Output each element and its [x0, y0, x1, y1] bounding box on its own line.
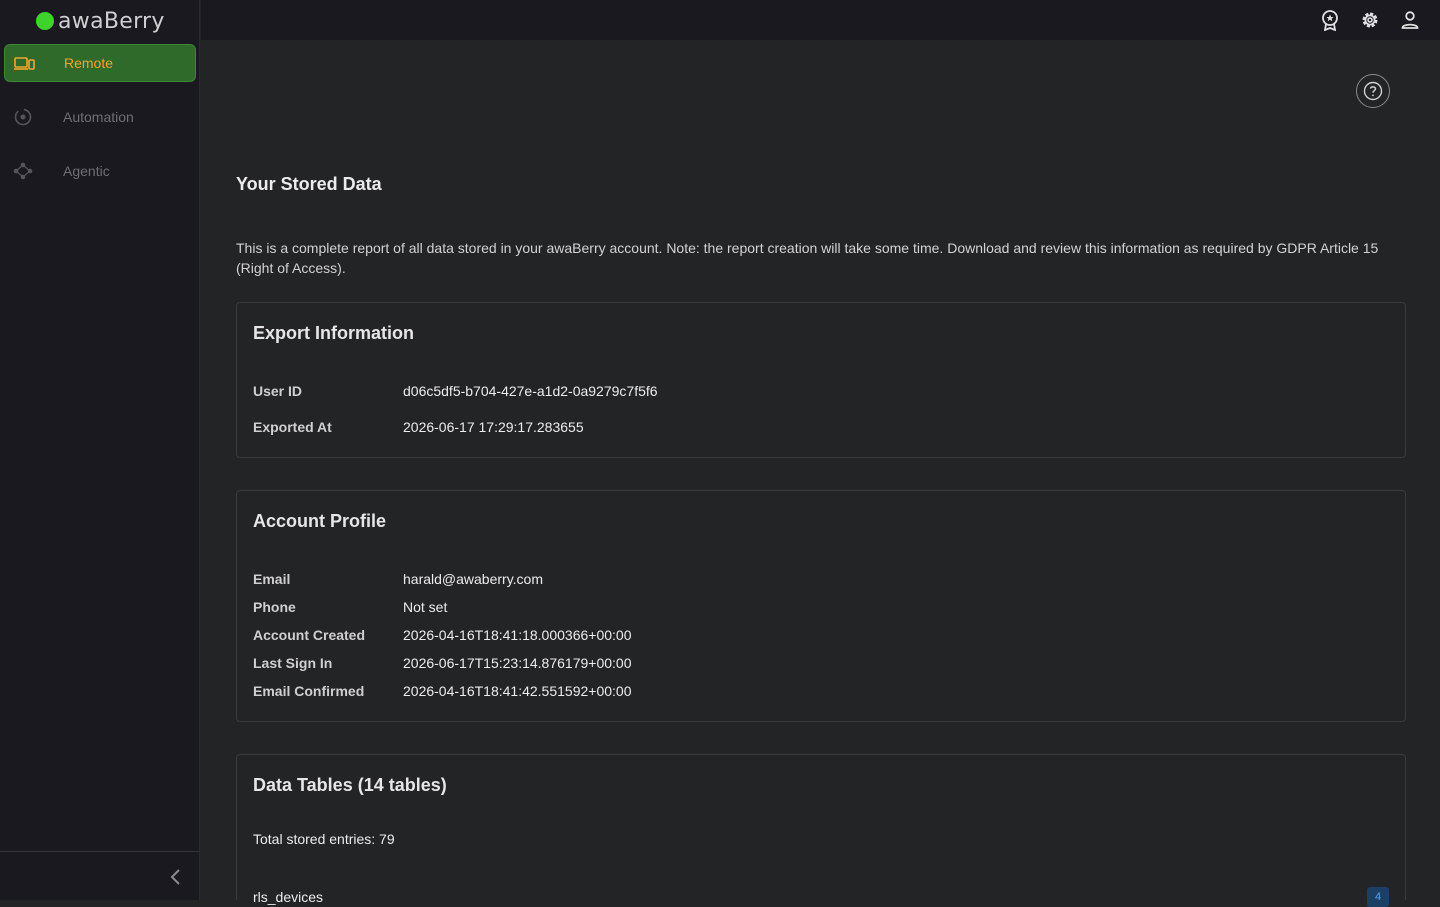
field-label: Last Sign In [253, 655, 333, 671]
automation-icon [14, 108, 32, 126]
count-badge: 4 [1367, 887, 1389, 907]
account-profile-card: Account Profile Email harald@awaberry.co… [236, 490, 1406, 722]
card-title: Account Profile [253, 511, 387, 531]
field-label: Account Created [253, 627, 366, 643]
logo-dot-icon [36, 12, 54, 30]
field-label: Email [253, 571, 291, 587]
data-tables-card: Data Tables (14 tables) Total stored ent… [236, 754, 1406, 907]
sidebar-item-label: Agentic [63, 163, 110, 179]
sidebar-item-label: Automation [63, 109, 134, 125]
field-label: Email Confirmed [253, 683, 365, 699]
sidebar-item-agentic[interactable]: Agentic [4, 152, 196, 190]
top-bar [201, 0, 1440, 40]
account-created-value: 2026-04-16T18:41:18.000366+00:00 [403, 627, 632, 643]
phone-value: Not set [403, 599, 448, 615]
devices-icon [14, 57, 35, 70]
table-row-name[interactable]: rls_devices [253, 889, 323, 905]
field-label: Exported At [253, 419, 332, 435]
user-icon[interactable] [1399, 9, 1421, 31]
total-entries: Total stored entries: 79 [253, 831, 395, 847]
chevron-left-icon[interactable] [166, 866, 186, 888]
help-button[interactable] [1356, 74, 1390, 108]
user-id-value: d06c5df5-b704-427e-a1d2-0a9279c7f5f6 [403, 383, 658, 399]
card-title: Export Information [253, 323, 414, 343]
last-sign-in-value: 2026-06-17T15:23:14.876179+00:00 [403, 655, 632, 671]
exported-at-value: 2026-06-17 17:29:17.283655 [403, 419, 584, 435]
export-information-card: Export Information User ID d06c5df5-b704… [236, 302, 1406, 458]
card-title: Data Tables (14 tables) [253, 775, 447, 795]
field-label: Phone [253, 599, 296, 615]
sidebar: awaBerry Remote Automation Agentic [0, 0, 200, 900]
sidebar-item-remote[interactable]: Remote [4, 44, 196, 82]
app-logo[interactable]: awaBerry [36, 8, 165, 34]
page-description: This is a complete report of all data st… [236, 240, 1379, 276]
agentic-icon [13, 162, 33, 180]
award-icon[interactable] [1319, 9, 1341, 31]
email-confirmed-value: 2026-04-16T18:41:42.551592+00:00 [403, 683, 632, 699]
field-label: User ID [253, 383, 303, 399]
page-title: Your Stored Data [236, 174, 382, 194]
sidebar-item-automation[interactable]: Automation [4, 98, 196, 136]
email-value: harald@awaberry.com [403, 571, 544, 587]
help-icon [1363, 81, 1383, 101]
gear-icon[interactable] [1359, 9, 1381, 31]
app-name: awaBerry [58, 8, 165, 34]
sidebar-footer [0, 851, 200, 900]
sidebar-item-label: Remote [64, 55, 114, 71]
